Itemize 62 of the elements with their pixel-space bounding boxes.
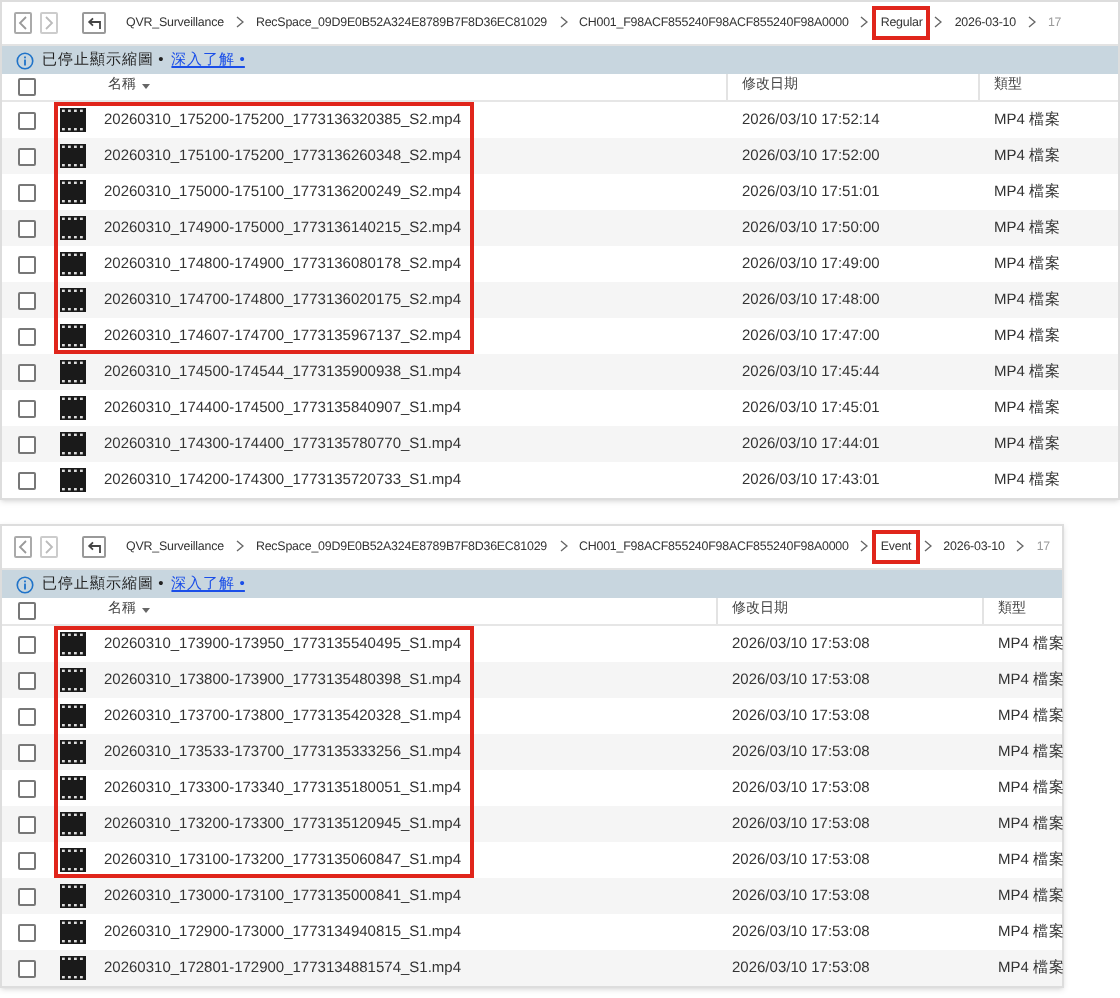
checkbox[interactable]	[18, 147, 36, 165]
film-icon	[60, 108, 86, 132]
film-icon	[60, 632, 86, 656]
separator-icon	[860, 16, 869, 29]
film-icon	[60, 920, 86, 944]
checkbox[interactable]	[18, 635, 36, 653]
checkbox[interactable]	[18, 111, 36, 129]
film-icon	[60, 144, 86, 168]
separator-icon	[235, 16, 244, 29]
checkbox[interactable]	[18, 327, 36, 345]
checkbox[interactable]	[18, 887, 36, 905]
film-icon	[60, 812, 86, 836]
film-icon	[60, 668, 86, 692]
film-icon	[60, 252, 86, 276]
film-icon	[60, 432, 86, 456]
checkbox[interactable]	[18, 743, 36, 761]
up-folder-button[interactable]	[82, 536, 106, 558]
separator-icon	[235, 540, 244, 553]
film-icon	[60, 324, 86, 348]
checkbox[interactable]	[18, 435, 36, 453]
film-icon	[60, 180, 86, 204]
checkbox[interactable]	[18, 291, 36, 309]
separator-icon	[860, 540, 869, 553]
checkbox[interactable]	[18, 471, 36, 489]
checkbox[interactable]	[18, 399, 36, 417]
info-icon	[16, 575, 34, 593]
film-icon	[60, 216, 86, 240]
film-icon	[60, 884, 86, 908]
checkbox[interactable]	[18, 707, 36, 725]
checkbox[interactable]	[18, 78, 36, 96]
back-button[interactable]	[14, 12, 32, 34]
film-icon	[60, 288, 86, 312]
checkbox[interactable]	[18, 923, 36, 941]
checkbox[interactable]	[18, 959, 36, 977]
film-icon	[60, 740, 86, 764]
info-icon	[16, 51, 34, 69]
sort-caret-icon	[142, 84, 150, 90]
checkbox[interactable]	[18, 815, 36, 833]
film-icon	[60, 848, 86, 872]
film-icon	[60, 776, 86, 800]
film-icon	[60, 704, 86, 728]
checkbox[interactable]	[18, 255, 36, 273]
separator-icon	[1027, 16, 1036, 29]
back-button[interactable]	[14, 536, 32, 558]
checkbox[interactable]	[18, 602, 36, 620]
checkbox[interactable]	[18, 183, 36, 201]
separator-icon	[923, 540, 932, 553]
film-icon	[60, 396, 86, 420]
separator-icon	[934, 16, 943, 29]
checkbox[interactable]	[18, 219, 36, 237]
separator-icon	[1016, 540, 1025, 553]
film-icon	[60, 956, 86, 980]
separator-icon	[559, 540, 568, 553]
sort-caret-icon	[142, 608, 150, 614]
film-icon	[60, 360, 86, 384]
checkbox[interactable]	[18, 851, 36, 869]
up-folder-button[interactable]	[82, 12, 106, 34]
separator-icon	[559, 16, 568, 29]
checkbox[interactable]	[18, 363, 36, 381]
checkbox[interactable]	[18, 671, 36, 689]
checkbox[interactable]	[18, 779, 36, 797]
film-icon	[60, 468, 86, 492]
